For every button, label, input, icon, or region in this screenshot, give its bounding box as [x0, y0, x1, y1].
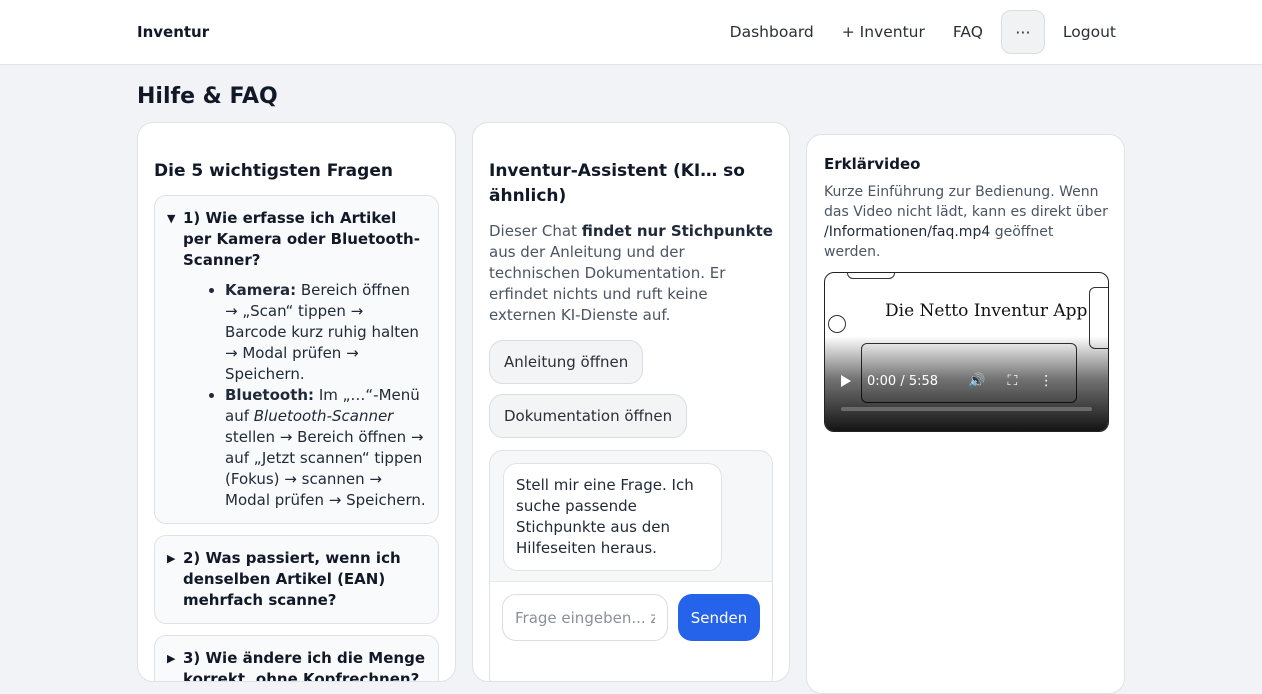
faq-answer-1: Kamera: Bereich öffnen → „Scan“ tippen →… [167, 280, 426, 511]
video-heading: Erklärvideo [824, 155, 921, 173]
faq-item-3: ▶ 3) Wie ändere ich die Menge korrekt, o… [154, 635, 439, 682]
faq-heading: Die 5 wichtigsten Fragen [154, 161, 393, 181]
triangle-down-icon: ▼ [167, 212, 176, 225]
video-time: 0:00 / 5:58 [867, 373, 939, 389]
intro-text-2: aus der Anleitung und der technischen Do… [489, 243, 726, 324]
triangle-right-icon: ▶ [167, 552, 176, 565]
video-doodle [828, 315, 846, 333]
camera-label: Kamera: [225, 281, 297, 299]
faq-question-2[interactable]: ▶ 2) Was passiert, wenn ich denselben Ar… [167, 548, 426, 611]
answer-bluetooth: Bluetooth: Im „…“-Menü auf Bluetooth-Sca… [225, 385, 426, 511]
chat-input-row: Senden [490, 581, 772, 681]
open-docs-button[interactable]: Dokumentation öffnen [489, 394, 688, 438]
open-manual-button[interactable]: Anleitung öffnen [489, 340, 644, 384]
faq-question-text: 3) Wie ändere ich die Menge korrekt, ohn… [183, 649, 425, 682]
bluetooth-scanner-term: Bluetooth-Scanner [253, 407, 394, 425]
kebab-menu-icon[interactable]: ⋮ [1039, 373, 1053, 389]
faq-item-2: ▶ 2) Was passiert, wenn ich denselben Ar… [154, 535, 439, 624]
bot-message: Stell mir eine Frage. Ich suche passende… [503, 463, 722, 571]
video-frame-title: Die Netto Inventur App [885, 301, 1088, 321]
video-description: Kurze Einführung zur Bedienung. Wenn das… [824, 182, 1108, 262]
play-icon[interactable] [841, 375, 851, 387]
more-menu-button[interactable]: ··· [1000, 10, 1045, 54]
nav-dashboard[interactable]: Dashboard [730, 23, 814, 41]
volume-icon[interactable]: 🔊 [968, 373, 985, 389]
page-title: Hilfe & FAQ [137, 84, 278, 109]
main-nav: Dashboard + Inventur FAQ ··· Logout [730, 10, 1116, 54]
bluetooth-text-2: stellen → Bereich öffnen → auf „Jetzt sc… [225, 428, 426, 509]
faq-question-1[interactable]: ▼ 1) Wie erfasse ich Artikel per Kamera … [167, 208, 426, 271]
answer-camera: Kamera: Bereich öffnen → „Scan“ tippen →… [225, 280, 426, 385]
faq-question-3[interactable]: ▶ 3) Wie ändere ich die Menge korrekt, o… [167, 648, 426, 682]
chat-window: Stell mir eine Frage. Ich suche passende… [489, 450, 773, 681]
triangle-right-icon: ▶ [167, 652, 176, 665]
video-path: /Informationen/faq.mp4 [824, 224, 991, 240]
video-player[interactable]: Die Netto Inventur App 0:00 / 5:58 🔊 ⛶ ⋮ [824, 272, 1109, 432]
top-navbar: Inventur Dashboard + Inventur FAQ ··· Lo… [0, 0, 1262, 65]
question-input[interactable] [502, 594, 668, 641]
video-progress-bar[interactable] [841, 407, 1092, 411]
intro-text-1: Dieser Chat [489, 222, 582, 240]
bluetooth-label: Bluetooth: [225, 386, 315, 404]
intro-bold: findet nur Stichpunkte [581, 222, 773, 240]
video-controls: 0:00 / 5:58 🔊 ⛶ ⋮ [841, 373, 1075, 389]
video-card: Erklärvideo Kurze Einführung zur Bedienu… [806, 134, 1125, 694]
assistant-heading: Inventur-Assistent (KI… so ähnlich) [489, 161, 745, 206]
logout-link[interactable]: Logout [1063, 23, 1116, 41]
faq-question-text: 1) Wie erfasse ich Artikel per Kamera od… [183, 209, 420, 269]
video-desc-1: Kurze Einführung zur Bedienung. Wenn das… [824, 184, 1108, 220]
faq-question-text: 2) Was passiert, wenn ich denselben Arti… [183, 549, 401, 609]
nav-faq[interactable]: FAQ [953, 23, 983, 41]
assistant-intro: Dieser Chat findet nur Stichpunkte aus d… [489, 221, 773, 326]
assistant-card: Inventur-Assistent (KI… so ähnlich) Dies… [472, 122, 790, 682]
fullscreen-icon[interactable]: ⛶ [1007, 373, 1017, 389]
video-doodle [847, 273, 895, 279]
faq-item-1: ▼ 1) Wie erfasse ich Artikel per Kamera … [154, 195, 439, 524]
nav-add-inventory[interactable]: + Inventur [842, 23, 925, 41]
faq-card: Die 5 wichtigsten Fragen ▼ 1) Wie erfass… [137, 122, 456, 682]
send-button[interactable]: Senden [678, 594, 760, 641]
brand-logo[interactable]: Inventur [137, 23, 209, 41]
